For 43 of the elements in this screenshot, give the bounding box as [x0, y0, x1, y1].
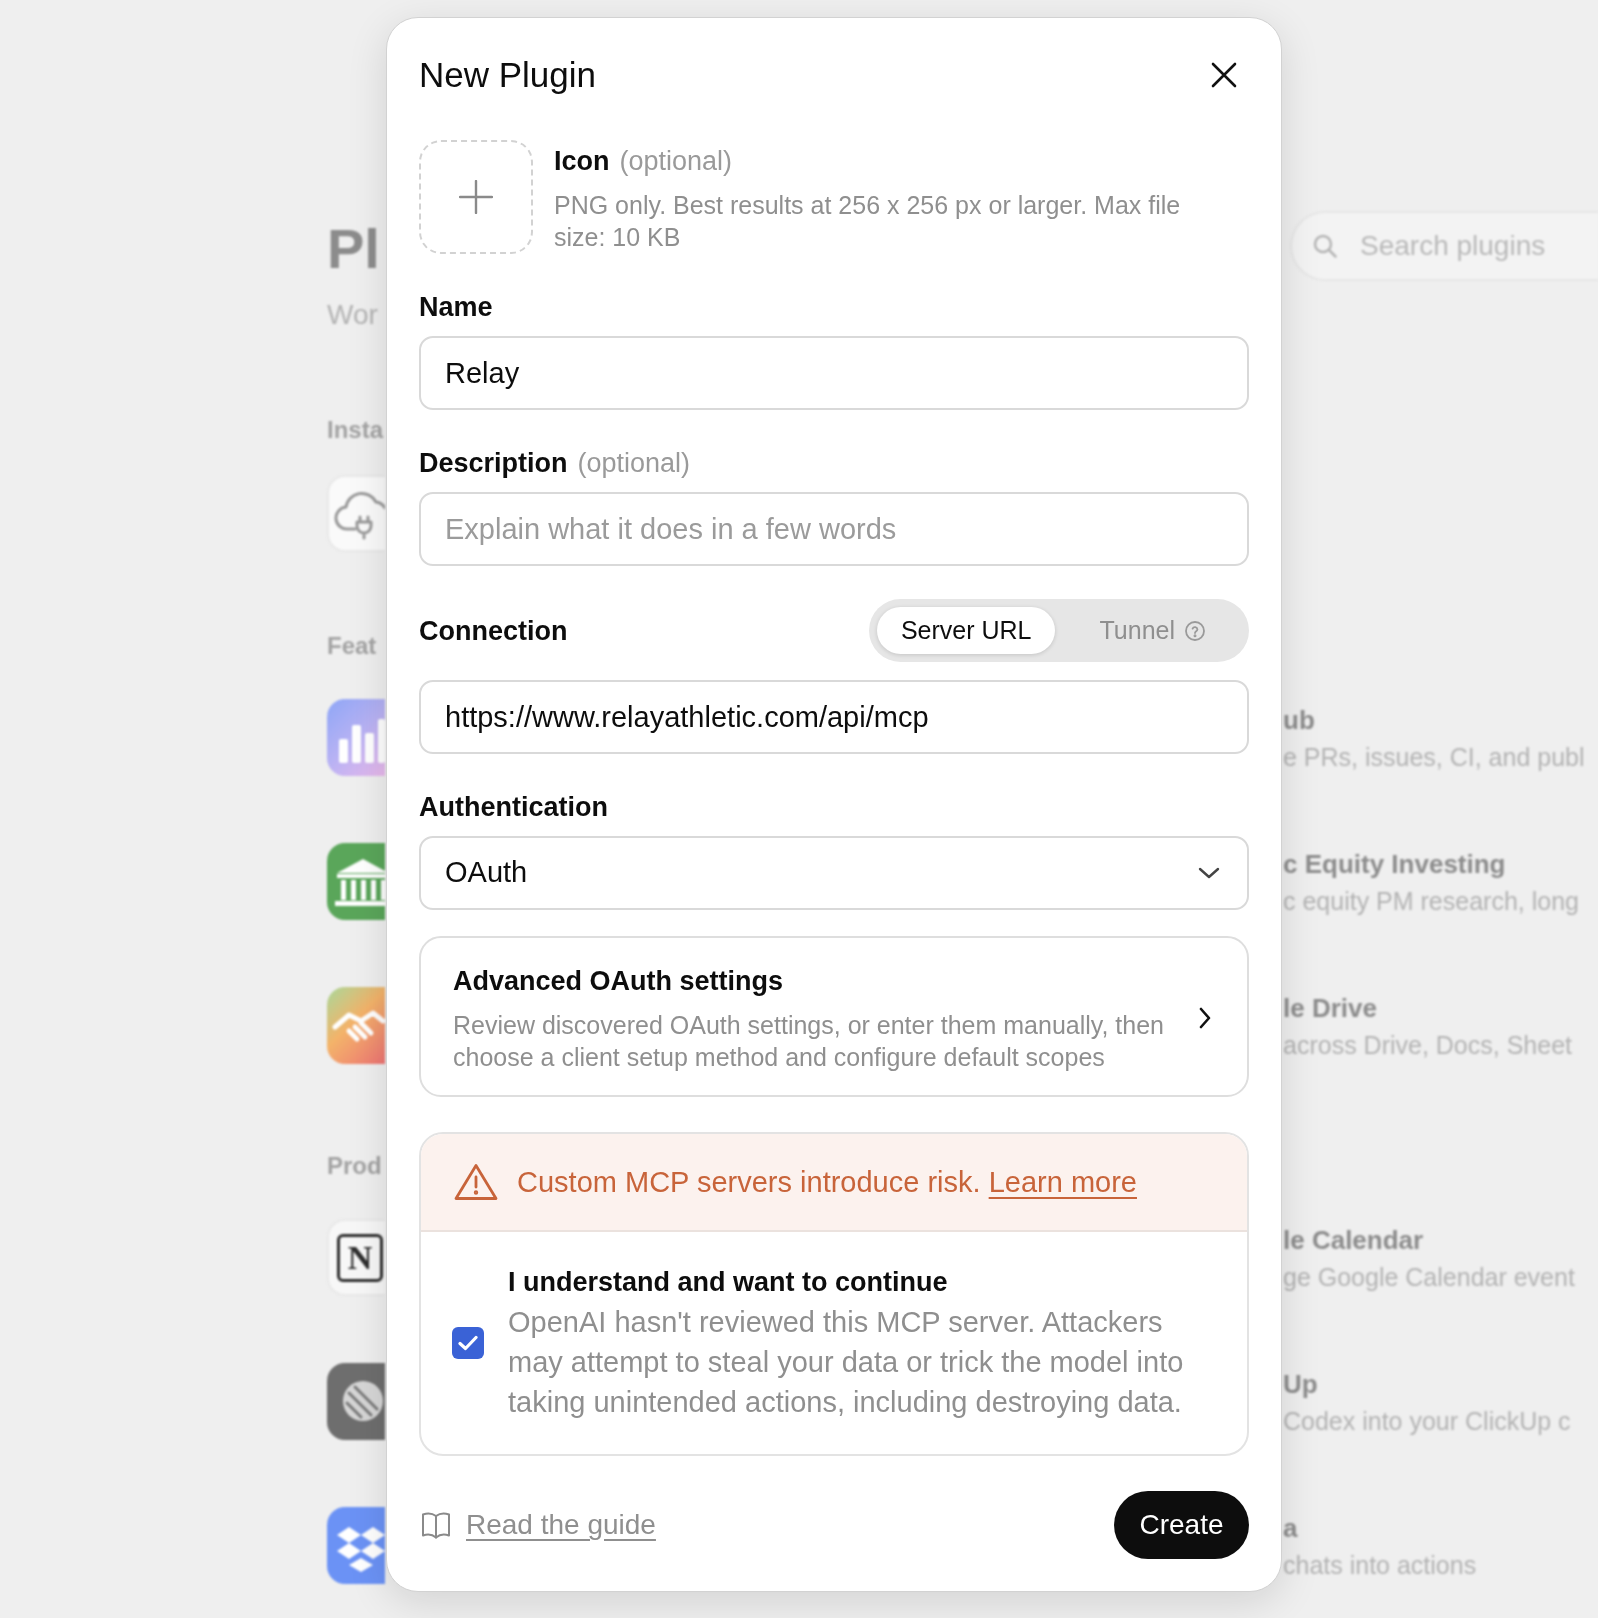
- plugin-name: le Drive: [1283, 992, 1377, 1025]
- create-button[interactable]: Create: [1114, 1491, 1249, 1559]
- acknowledge-checkbox[interactable]: [452, 1327, 484, 1359]
- authentication-select[interactable]: OAuth: [419, 836, 1249, 910]
- server-url-input[interactable]: https://www.relayathletic.com/api/mcp: [419, 680, 1249, 754]
- plugin-name: ub: [1283, 704, 1315, 737]
- description-input[interactable]: Explain what it does in a few words: [419, 492, 1249, 566]
- search-icon: [1313, 234, 1337, 258]
- check-icon: [458, 1335, 478, 1351]
- warning-text: Custom MCP servers introduce risk. Learn more: [517, 1165, 1137, 1200]
- icon-hint: PNG only. Best results at 256 x 256 px or larger. Max file size: 10 KB: [554, 190, 1182, 253]
- settings-title: Advanced OAuth settings: [453, 965, 784, 998]
- field-label: Description: [419, 447, 568, 480]
- section-heading: Feat: [327, 631, 377, 661]
- plugin-name: le Calendar: [1283, 1224, 1424, 1257]
- settings-description: Review discovered OAuth settings, or enter them manually, then choose a client setup method and configure default scopes: [453, 1010, 1165, 1073]
- field-label: Icon: [554, 145, 610, 178]
- logo-letter: N: [337, 1233, 383, 1282]
- field-label: Authentication: [419, 791, 608, 824]
- chevron-down-icon: [1198, 867, 1220, 879]
- close-icon: [1211, 62, 1237, 88]
- optional-note: (optional): [577, 447, 691, 480]
- dialog-title: New Plugin: [419, 54, 597, 96]
- warning-icon: [454, 1163, 498, 1201]
- book-icon: [421, 1510, 451, 1540]
- learn-more-link[interactable]: Learn more: [988, 1166, 1137, 1198]
- section-heading: Prod: [327, 1151, 382, 1181]
- close-button[interactable]: [1211, 62, 1237, 88]
- chevron-right-icon: [1199, 1007, 1211, 1029]
- section-heading: Insta: [327, 415, 383, 445]
- plus-icon: [459, 180, 493, 214]
- name-input[interactable]: Relay: [419, 336, 1249, 410]
- acknowledge-description: OpenAI hasn't reviewed this MCP server. Attackers may attempt to steal your data or trick the model into taking unintended actions, including destroying data.: [508, 1305, 1185, 1420]
- acknowledge-title: I understand and want to continue: [508, 1266, 948, 1299]
- advanced-settings-card[interactable]: Advanced OAuth settings Review discovered OAuth settings, or enter them manually, then choose a client setup method and configure default scopes: [419, 936, 1249, 1097]
- field-label: Name: [419, 291, 493, 324]
- segment-tab[interactable]: Server URL: [876, 607, 1056, 654]
- plugin-name: c Equity Investing: [1283, 848, 1506, 881]
- optional-note: (optional): [619, 145, 733, 178]
- page-title: Pl: [327, 221, 380, 277]
- field-label: Connection: [419, 614, 568, 648]
- plugin-name: Up: [1283, 1368, 1318, 1401]
- plugin-name: a: [1283, 1512, 1298, 1545]
